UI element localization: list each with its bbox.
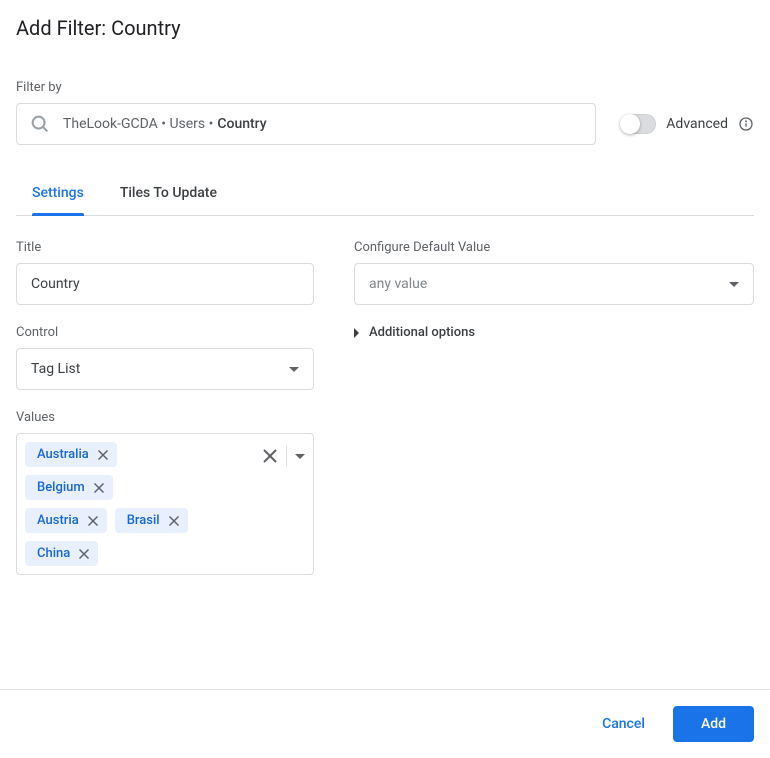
additional-options-toggle[interactable]: Additional options bbox=[354, 325, 754, 340]
title-input[interactable] bbox=[16, 263, 314, 305]
advanced-label: Advanced bbox=[666, 116, 728, 132]
control-label: Control bbox=[16, 325, 314, 340]
title-label: Title bbox=[16, 240, 314, 255]
info-icon[interactable] bbox=[738, 116, 754, 132]
chevron-down-icon[interactable] bbox=[295, 454, 305, 459]
chevron-down-icon bbox=[289, 367, 299, 372]
tag-remove-icon[interactable] bbox=[78, 548, 90, 560]
advanced-toggle[interactable] bbox=[620, 114, 656, 134]
dialog-footer: Cancel Add bbox=[0, 689, 770, 758]
page-title: Add Filter: Country bbox=[16, 16, 754, 40]
tag-item: Austria bbox=[25, 508, 107, 533]
tag-item: Belgium bbox=[25, 475, 113, 500]
tab-settings[interactable]: Settings bbox=[32, 173, 84, 215]
values-label: Values bbox=[16, 410, 314, 425]
tabs: Settings Tiles To Update bbox=[16, 173, 754, 216]
cancel-button[interactable]: Cancel bbox=[586, 708, 661, 740]
values-tag-list[interactable]: Australia Belgium bbox=[16, 433, 314, 575]
tag-remove-icon[interactable] bbox=[93, 482, 105, 494]
tag-remove-icon[interactable] bbox=[97, 449, 109, 461]
filter-by-field[interactable]: TheLook-GCDA • Users • Country bbox=[16, 103, 596, 145]
filter-by-path: TheLook-GCDA • Users • Country bbox=[63, 116, 267, 132]
default-value-label: Configure Default Value bbox=[354, 240, 754, 255]
tag-item: China bbox=[25, 541, 98, 566]
tag-remove-icon[interactable] bbox=[168, 515, 180, 527]
add-button[interactable]: Add bbox=[673, 706, 754, 742]
filter-by-label: Filter by bbox=[16, 80, 754, 95]
search-icon bbox=[29, 113, 51, 135]
tag-item: Australia bbox=[25, 442, 117, 467]
tab-tiles-to-update[interactable]: Tiles To Update bbox=[120, 173, 217, 215]
tag-remove-icon[interactable] bbox=[87, 515, 99, 527]
default-value-select[interactable]: any value bbox=[354, 263, 754, 305]
clear-all-icon[interactable] bbox=[262, 448, 278, 464]
chevron-right-icon bbox=[354, 328, 359, 338]
control-select[interactable]: Tag List bbox=[16, 348, 314, 390]
tag-item: Brasil bbox=[115, 508, 188, 533]
chevron-down-icon bbox=[729, 282, 739, 287]
